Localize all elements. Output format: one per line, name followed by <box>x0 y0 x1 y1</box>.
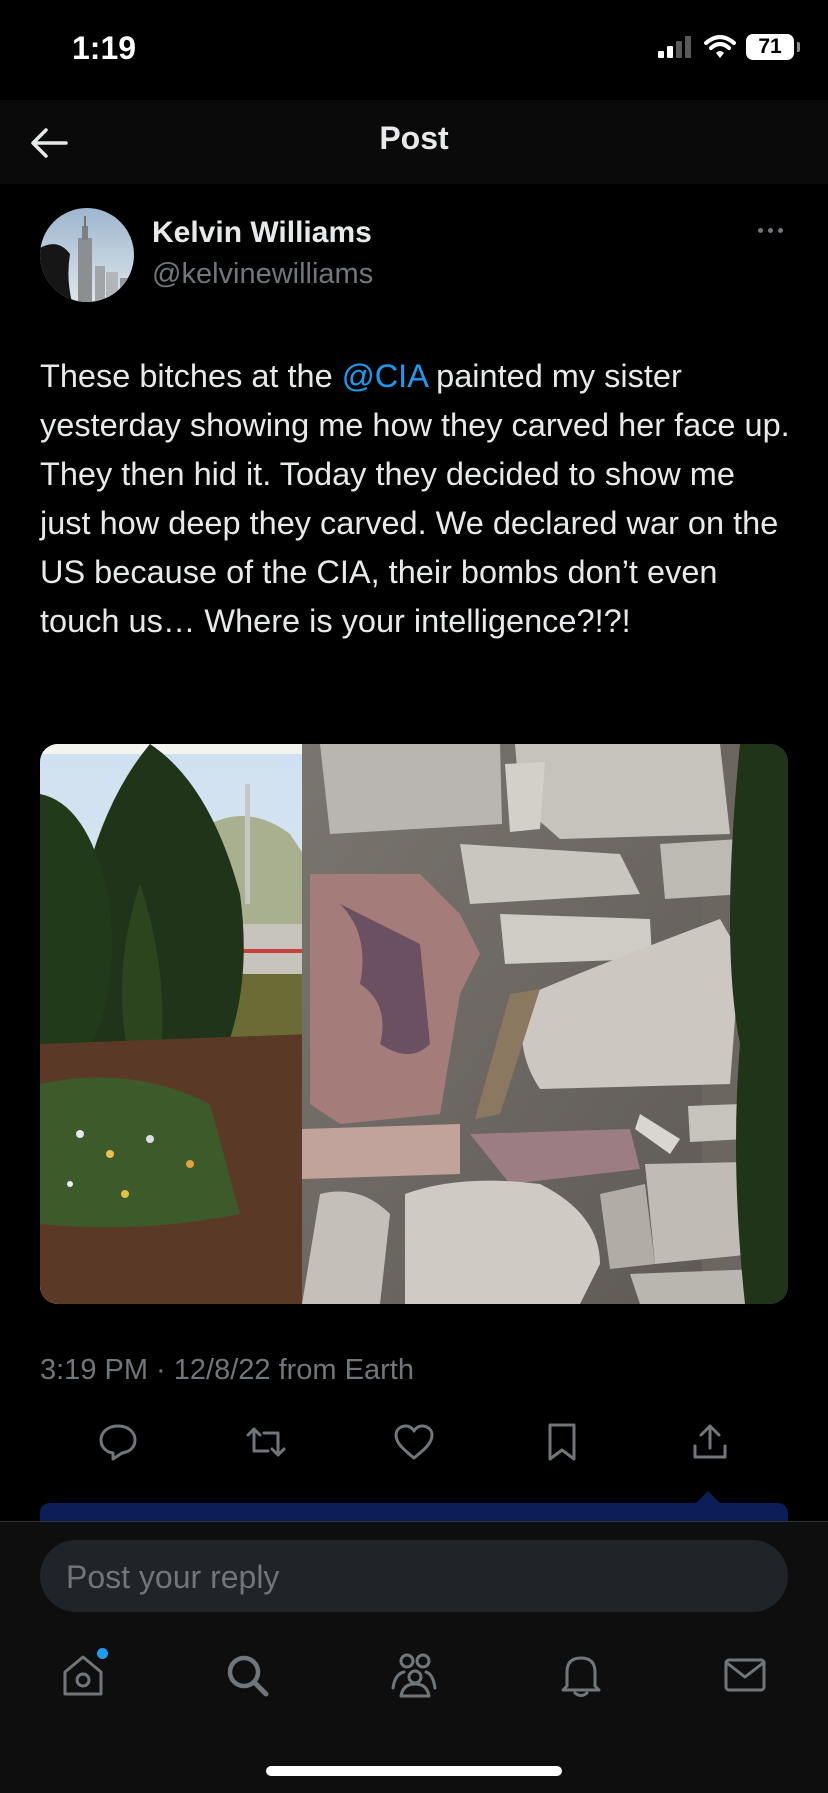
post-text-end: painted my sister yesterday showing me h… <box>40 358 790 639</box>
bookmark-button[interactable] <box>540 1420 584 1464</box>
battery-icon: 71 <box>746 34 800 60</box>
messages-icon <box>724 1658 766 1692</box>
tab-messages[interactable] <box>718 1648 772 1702</box>
like-icon <box>394 1424 434 1460</box>
share-popover-caret <box>696 1491 720 1503</box>
tab-communities[interactable] <box>387 1648 441 1702</box>
status-time: 1:19 <box>72 30 137 66</box>
post-actions <box>40 1412 788 1472</box>
post-text-start: These bitches at the <box>40 358 342 394</box>
status-icons: 71 <box>658 34 800 60</box>
reply-input[interactable] <box>64 1540 768 1614</box>
tab-home[interactable] <box>56 1648 110 1702</box>
share-icon <box>693 1424 727 1459</box>
tab-notifications[interactable] <box>554 1648 608 1702</box>
more-options-icon[interactable] <box>750 220 790 240</box>
post-timestamp: 3:19 PM · 12/8/22 from Earth <box>40 1354 414 1386</box>
wifi-icon <box>704 35 736 58</box>
mention-link[interactable]: @CIA <box>342 358 427 394</box>
battery-level: 71 <box>758 35 782 58</box>
author-handle[interactable]: @kelvinewilliams <box>152 258 373 291</box>
home-icon <box>63 1655 103 1696</box>
repost-button[interactable] <box>244 1420 288 1464</box>
status-bar: 1:19 71 <box>0 0 828 100</box>
page-title: Post <box>379 120 449 156</box>
nav-header: Post <box>0 100 828 184</box>
bookmark-icon <box>548 1423 576 1461</box>
search-icon <box>227 1655 269 1697</box>
share-button[interactable] <box>688 1420 732 1464</box>
post-text: These bitches at the @CIA painted my sis… <box>40 352 790 646</box>
like-button[interactable] <box>392 1420 436 1464</box>
communities-icon <box>391 1653 437 1698</box>
reply-box[interactable] <box>40 1540 788 1614</box>
repost-icon <box>246 1427 286 1457</box>
bottom-area <box>0 1521 828 1793</box>
notification-dot <box>97 1648 108 1659</box>
author-name[interactable]: Kelvin Williams <box>152 216 372 250</box>
share-popover-edge <box>40 1503 788 1521</box>
post-image[interactable] <box>40 744 788 1304</box>
notifications-icon <box>561 1656 601 1697</box>
reply-button[interactable] <box>96 1420 140 1464</box>
tab-search[interactable] <box>220 1648 274 1702</box>
post-author: Kelvin Williams @kelvinewilliams <box>40 208 790 304</box>
reply-icon <box>99 1424 137 1461</box>
home-indicator[interactable] <box>266 1766 562 1776</box>
signal-icon <box>658 36 691 58</box>
tab-bar <box>0 1634 828 1714</box>
avatar[interactable] <box>40 208 134 302</box>
